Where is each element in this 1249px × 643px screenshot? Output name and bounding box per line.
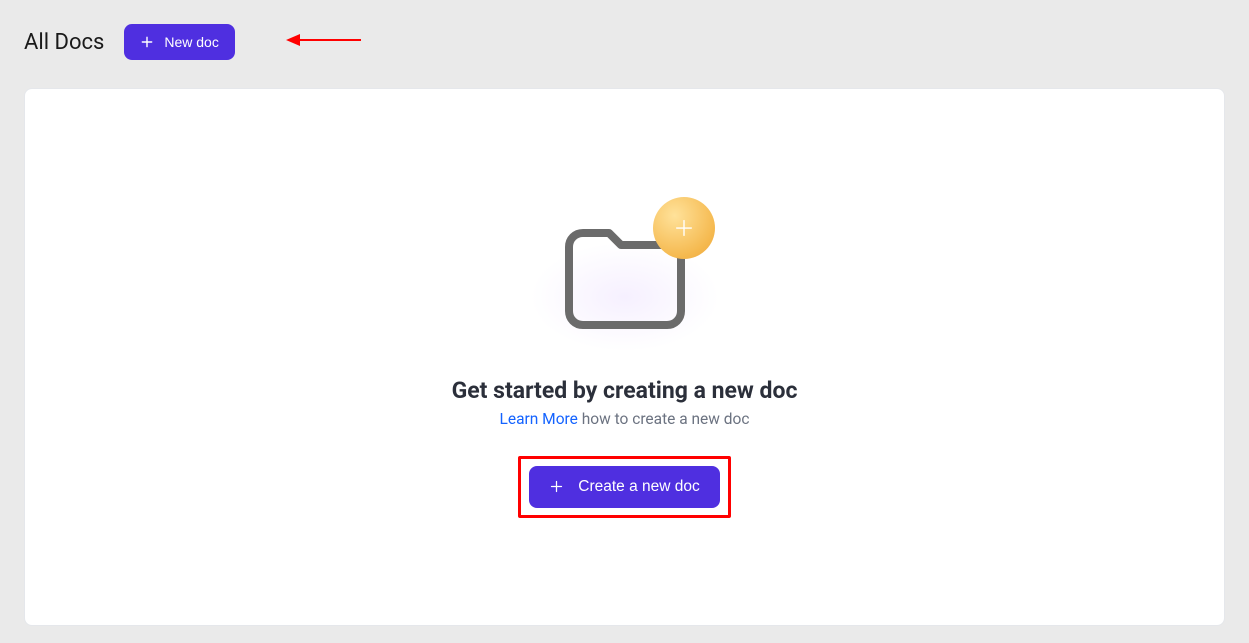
plus-icon [549,479,564,494]
plus-icon [140,35,154,49]
page-title: All Docs [24,30,104,55]
empty-state: Get started by creating a new doc Learn … [452,197,798,518]
cta-highlight-annotation: Create a new doc [518,456,731,518]
page-header: All Docs New doc [24,24,1225,60]
empty-state-title: Get started by creating a new doc [452,377,798,404]
subline-text: how to create a new doc [582,410,750,428]
create-new-doc-label: Create a new doc [578,478,700,496]
empty-state-subline: Learn More how to create a new doc [500,410,750,428]
create-new-doc-button[interactable]: Create a new doc [529,466,720,508]
plus-badge-icon [653,197,715,259]
new-doc-button[interactable]: New doc [124,24,234,60]
docs-card: Get started by creating a new doc Learn … [24,88,1225,626]
new-doc-button-label: New doc [164,34,218,50]
learn-more-link[interactable]: Learn More [500,410,578,428]
empty-folder-illustration [525,197,725,357]
arrow-annotation-icon [286,32,361,52]
